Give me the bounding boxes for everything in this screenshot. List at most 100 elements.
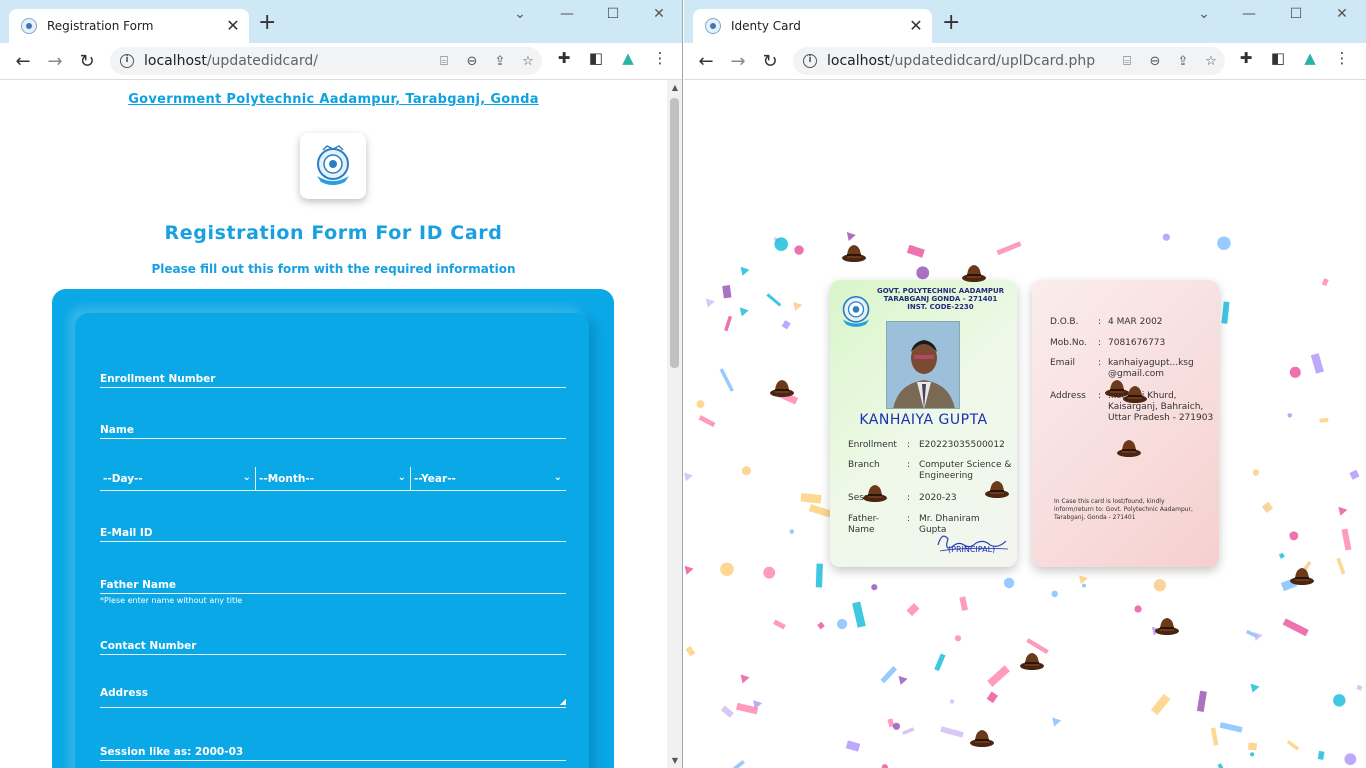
page-content: ▲ ▼ Government Polytechnic Aadampur, Tar…	[0, 80, 682, 768]
confetti-piece	[1317, 750, 1325, 760]
mob-key: Mob.No.	[1050, 338, 1087, 348]
menu-icon[interactable]: ⋮	[648, 49, 672, 67]
confetti-piece	[1287, 413, 1293, 418]
chevron-down-icon: ⌄	[242, 472, 251, 483]
scroll-up-icon[interactable]: ▲	[672, 83, 678, 92]
minimize-icon[interactable]: —	[552, 6, 582, 22]
day-select[interactable]: --Day-- ⌄	[100, 467, 256, 491]
confetti-piece	[1356, 684, 1363, 691]
scrollbar[interactable]: ▲ ▼	[667, 80, 682, 768]
tab-registration-form[interactable]: Registration Form ✕	[9, 9, 249, 43]
back-icon[interactable]: ←	[7, 45, 39, 77]
new-tab-plus-icon[interactable]: +	[258, 12, 276, 34]
address-key: Address	[1050, 391, 1086, 401]
extensions-icon[interactable]: ✚	[552, 49, 576, 67]
confetti-piece	[881, 764, 888, 768]
tab-search-chevron-down-icon[interactable]: ⌄	[505, 6, 535, 22]
share-icon[interactable]: ⇪	[1169, 54, 1197, 69]
hat-icon	[770, 380, 794, 397]
star-icon[interactable]: ☆	[514, 54, 542, 69]
close-tab-icon[interactable]: ✕	[225, 18, 241, 34]
confetti-piece	[794, 245, 804, 255]
forward-icon[interactable]: →	[39, 45, 71, 77]
hat-icon	[1123, 386, 1147, 403]
sidepanel-icon[interactable]: ◧	[584, 49, 608, 67]
maximize-icon[interactable]: ☐	[1281, 6, 1311, 22]
confetti-piece	[1248, 742, 1258, 751]
translate-icon[interactable]: ⌸	[1113, 54, 1141, 69]
colon: :	[907, 460, 911, 470]
confetti-piece	[1338, 506, 1348, 516]
scrollbar-thumb[interactable]	[670, 98, 679, 368]
session-label: Session like as: 2000-03	[100, 746, 244, 758]
email-key: Email	[1050, 358, 1075, 368]
share-icon[interactable]: ⇪	[486, 54, 514, 69]
menu-icon[interactable]: ⋮	[1330, 49, 1354, 67]
forward-icon[interactable]: →	[722, 45, 754, 77]
reload-icon[interactable]: ↻	[754, 45, 786, 77]
address-bar[interactable]: i localhost/updatedidcard/ ⌸ ⊖ ⇪ ☆	[110, 47, 542, 75]
scroll-down-icon[interactable]: ▼	[672, 756, 678, 765]
extensions-icon[interactable]: ✚	[1234, 49, 1258, 67]
father-name-field[interactable]: Father Name *Plese enter name without any…	[100, 570, 566, 605]
address-textarea[interactable]: Address ◢	[100, 682, 566, 708]
close-window-icon[interactable]: ✕	[1327, 6, 1357, 22]
contact-field[interactable]: Contact Number	[100, 631, 566, 655]
translate-icon[interactable]: ⌸	[430, 54, 458, 69]
browser-toolbar: ← → ↻ i localhost/updatedidcard/uplDcard…	[684, 43, 1366, 80]
confetti-piece	[1052, 717, 1062, 727]
browser-window-left: Registration Form ✕ + ⌄ — ☐ ✕ ← → ↻ i lo…	[0, 0, 683, 768]
hat-icon	[1155, 618, 1179, 635]
colon: :	[1098, 391, 1102, 401]
new-tab-plus-icon[interactable]: +	[942, 12, 960, 34]
close-tab-icon[interactable]: ✕	[908, 18, 924, 34]
email-label: E-Mail ID	[100, 527, 153, 539]
form-subtitle: Please fill out this form with the requi…	[151, 262, 516, 276]
college-name-link[interactable]: Government Polytechnic Aadampur, Tarabga…	[0, 92, 667, 107]
confetti-piece	[949, 698, 955, 705]
card-header: GOVT. POLYTECHNIC AADAMPUR TARABGANJ GON…	[868, 287, 1013, 311]
profile-icon[interactable]: ▲	[1298, 49, 1322, 67]
confetti-piece	[800, 492, 822, 504]
student-name: KANHAIYA GUPTA	[859, 412, 988, 428]
star-icon[interactable]: ☆	[1197, 54, 1225, 69]
zoom-icon[interactable]: ⊖	[1141, 54, 1169, 69]
minimize-icon[interactable]: —	[1234, 6, 1264, 22]
resize-handle-icon[interactable]: ◢	[560, 697, 566, 706]
chevron-down-icon: ⌄	[553, 472, 562, 483]
maximize-icon[interactable]: ☐	[598, 6, 628, 22]
enrollment-field[interactable]: Enrollment Number	[100, 364, 566, 388]
reload-icon[interactable]: ↻	[71, 45, 103, 77]
confetti-piece	[1217, 236, 1231, 250]
confetti-piece	[1134, 605, 1142, 613]
hat-icon	[1117, 440, 1141, 457]
colon: :	[1098, 317, 1102, 327]
session-field[interactable]: Session like as: 2000-03	[100, 737, 566, 761]
year-select[interactable]: --Year-- ⌄	[411, 467, 566, 491]
tab-identy-card[interactable]: Identy Card ✕	[693, 9, 932, 43]
month-select-value: --Month--	[259, 473, 315, 485]
card-header-line3: INST. CODE-2230	[907, 303, 974, 311]
site-info-icon[interactable]: i	[120, 54, 134, 68]
confetti-piece	[815, 563, 823, 588]
confetti-piece	[781, 320, 791, 330]
confetti-piece	[898, 675, 908, 685]
name-field[interactable]: Name	[100, 415, 566, 439]
hat-icon	[1020, 653, 1044, 670]
back-icon[interactable]: ←	[690, 45, 722, 77]
sidepanel-icon[interactable]: ◧	[1266, 49, 1290, 67]
confetti-piece	[766, 293, 782, 307]
confetti-piece	[906, 244, 925, 258]
close-window-icon[interactable]: ✕	[644, 6, 674, 22]
confetti-piece	[1153, 579, 1166, 592]
address-bar[interactable]: i localhost/updatedidcard/uplDcard.php ⌸…	[793, 47, 1225, 75]
confetti-piece	[740, 674, 750, 684]
profile-icon[interactable]: ▲	[616, 49, 640, 67]
id-card-back: D.O.B.:4 MAR 2002 Mob.No.:7081676773 Ema…	[1032, 280, 1219, 567]
month-select[interactable]: --Month-- ⌄	[256, 467, 411, 491]
card-header-line1: GOVT. POLYTECHNIC AADAMPUR	[876, 287, 1005, 295]
tab-search-chevron-down-icon[interactable]: ⌄	[1189, 6, 1219, 22]
zoom-icon[interactable]: ⊖	[458, 54, 486, 69]
email-field[interactable]: E-Mail ID	[100, 518, 566, 542]
site-info-icon[interactable]: i	[803, 54, 817, 68]
